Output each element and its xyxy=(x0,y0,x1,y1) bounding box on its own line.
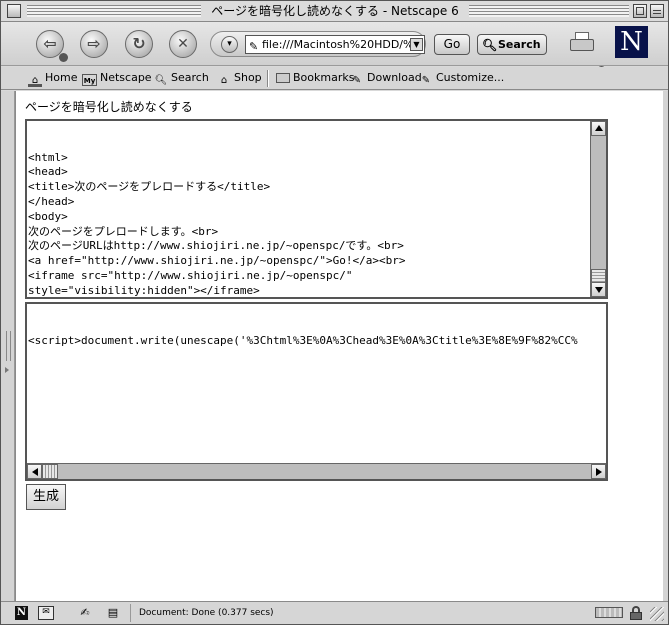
progress-meter xyxy=(595,607,623,618)
stop-button[interactable]: ✕ xyxy=(169,30,197,58)
download-label: Download xyxy=(367,71,422,84)
bookmark-link-icon: ✎ xyxy=(421,75,431,86)
zoom-box-icon[interactable] xyxy=(633,4,647,18)
security-lock-icon[interactable] xyxy=(629,606,643,620)
arrow-left-icon xyxy=(32,468,38,476)
scroll-down-button[interactable] xyxy=(591,282,606,297)
go-button[interactable]: Go xyxy=(434,34,470,55)
stop-icon: ✕ xyxy=(177,36,189,52)
magnifier-icon: 🔍︎ xyxy=(482,38,498,52)
page-proxy-icon[interactable]: ✎ xyxy=(249,38,258,53)
compose-icon[interactable]: ✍ xyxy=(76,606,94,620)
url-value: file:///Macintosh%20HDD/%9 xyxy=(262,38,421,51)
url-input[interactable]: ✎ file:///Macintosh%20HDD/%9 ▼ xyxy=(245,35,425,54)
download-link[interactable]: ✎ Download xyxy=(350,71,422,87)
output-text: <script>document.write(unescape('%3Chtml… xyxy=(28,333,578,347)
print-button[interactable] xyxy=(568,31,598,55)
collapse-box-icon[interactable] xyxy=(650,4,664,18)
search-button-label: Search xyxy=(498,38,541,51)
back-arrow-icon: ⇦ xyxy=(43,34,57,53)
shop-label: Shop xyxy=(234,71,262,84)
customize-label: Customize... xyxy=(436,71,505,84)
source-text: <html> <head> <title>次のページをプレロードする</titl… xyxy=(28,150,406,297)
navigator-icon[interactable]: N xyxy=(15,606,28,620)
my-netscape-icon: My xyxy=(82,74,97,86)
bookmarks-button[interactable]: Bookmarks xyxy=(276,71,354,85)
window-edge xyxy=(663,91,668,601)
shop-link[interactable]: ⌂ Shop xyxy=(217,71,262,87)
home-icon: ⌂ xyxy=(28,75,42,87)
arrow-up-icon xyxy=(595,125,603,131)
magnifier-icon: 🔍︎ xyxy=(154,75,168,86)
generate-button[interactable]: 生成 xyxy=(26,484,66,510)
source-textarea[interactable]: <html> <head> <title>次のページをプレロードする</titl… xyxy=(25,119,608,299)
title-stripes xyxy=(27,5,201,17)
customize-link[interactable]: ✎ Customize... xyxy=(419,71,504,87)
title-stripes xyxy=(469,5,629,17)
arrow-right-icon xyxy=(596,468,602,476)
navigation-toolbar: ⇦ ⇨ ↻ ✕ ▾ ✎ file:///Macintosh%20HDD/%9 ▼… xyxy=(1,22,668,75)
page-heading: ページを暗号化し読めなくする xyxy=(25,100,193,114)
forward-arrow-icon: ⇨ xyxy=(87,34,101,53)
home-button[interactable]: ⌂ Home xyxy=(28,71,77,87)
url-dropdown-icon[interactable]: ▼ xyxy=(410,38,423,51)
arrow-down-icon xyxy=(595,287,603,293)
search-link[interactable]: 🔍︎ Search xyxy=(154,71,209,87)
reload-icon: ↻ xyxy=(132,34,146,53)
lock-body xyxy=(630,612,642,620)
scroll-right-button[interactable] xyxy=(591,464,606,479)
search-label: Search xyxy=(171,71,209,84)
sidebar-grippy[interactable] xyxy=(1,91,15,601)
folder-icon xyxy=(276,73,290,83)
printer-icon xyxy=(570,39,594,51)
status-bar: N ✉ ✍ ▤ Document: Done (0.377 secs) xyxy=(1,601,668,624)
forward-button[interactable]: ⇨ xyxy=(80,30,108,58)
address-book-icon[interactable]: ▤ xyxy=(104,606,122,620)
scroll-left-button[interactable] xyxy=(27,464,42,479)
close-box-icon[interactable] xyxy=(7,4,21,18)
back-dropdown-icon[interactable] xyxy=(59,53,68,62)
scroll-thumb[interactable] xyxy=(591,269,606,283)
bookmarks-label: Bookmarks xyxy=(293,71,355,84)
title-bar[interactable]: ページを暗号化し読めなくする - Netscape 6 xyxy=(1,1,668,22)
scroll-thumb[interactable] xyxy=(42,464,58,479)
browser-window: ページを暗号化し読めなくする - Netscape 6 ⇦ ⇨ ↻ ✕ ▾ ✎ … xyxy=(0,0,669,625)
home-label: Home xyxy=(45,71,78,84)
source-vertical-scrollbar[interactable] xyxy=(590,121,606,297)
scroll-up-button[interactable] xyxy=(591,121,606,136)
my-netscape-button[interactable]: My Netscape xyxy=(82,71,152,86)
output-horizontal-scrollbar[interactable] xyxy=(27,463,606,479)
toolbar-separator xyxy=(267,70,269,87)
search-button[interactable]: 🔍︎ Search xyxy=(477,34,547,55)
netscape-logo-icon[interactable]: N xyxy=(615,26,648,58)
status-text: Document: Done (0.377 secs) xyxy=(130,604,589,622)
mail-icon[interactable]: ✉ xyxy=(38,606,54,620)
bookmark-link-icon: ✎ xyxy=(352,75,362,86)
url-history-dropdown-icon[interactable]: ▾ xyxy=(221,36,238,53)
reload-button[interactable]: ↻ xyxy=(125,30,153,58)
resize-grip-icon[interactable] xyxy=(650,607,664,621)
personal-toolbar: ⌂ Home My Netscape 🔍︎ Search ⌂ Shop Bookmark… xyxy=(1,67,668,90)
shop-icon: ⌂ xyxy=(220,75,228,86)
netscape-label: Netscape xyxy=(100,71,152,84)
window-title: ページを暗号化し読めなくする - Netscape 6 xyxy=(201,4,469,19)
output-textarea[interactable]: <script>document.write(unescape('%3Chtml… xyxy=(25,302,608,481)
